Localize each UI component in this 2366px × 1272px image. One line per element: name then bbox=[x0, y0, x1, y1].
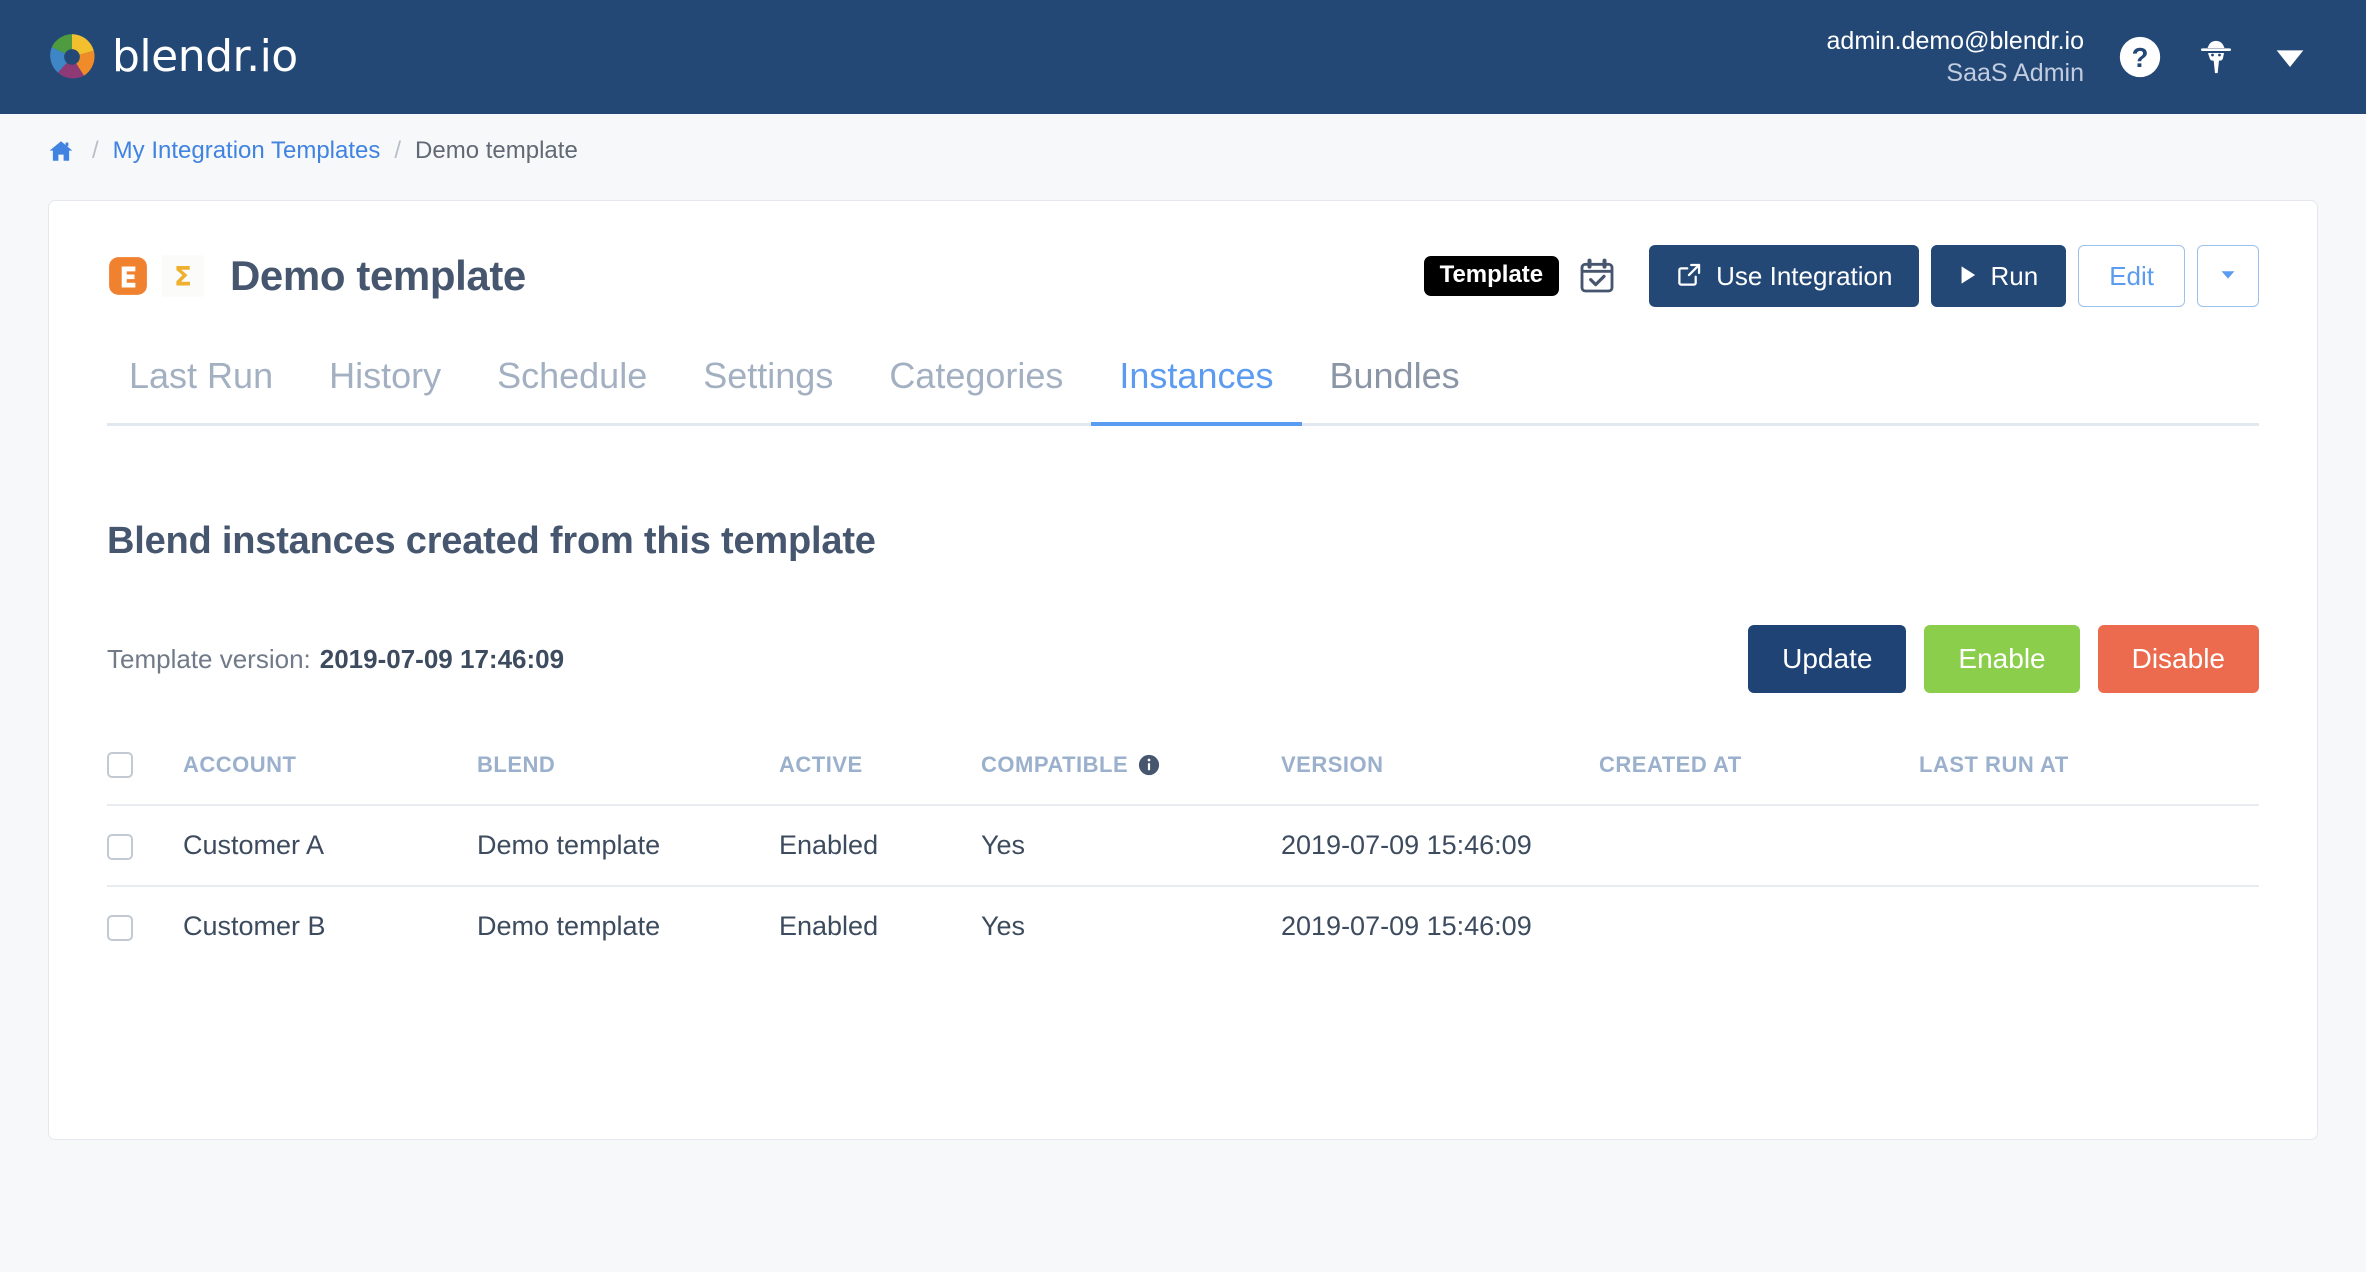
calendar-check-icon[interactable] bbox=[1577, 256, 1617, 296]
enable-button[interactable]: Enable bbox=[1924, 625, 2080, 693]
home-icon[interactable] bbox=[48, 138, 74, 164]
template-header-row: Σ Demo template Template Use Integration… bbox=[107, 245, 2259, 307]
breadcrumb-separator-1: / bbox=[92, 137, 99, 164]
page-title: Demo template bbox=[230, 252, 526, 299]
play-icon bbox=[1959, 263, 1977, 289]
cell-version: 2019-07-09 15:46:09 bbox=[1281, 830, 1532, 861]
user-role: SaaS Admin bbox=[1946, 59, 2084, 87]
row-checkbox-cell bbox=[107, 886, 183, 966]
column-header-compatible[interactable]: COMPATIBLE bbox=[981, 751, 1281, 805]
tab-schedule[interactable]: Schedule bbox=[469, 355, 675, 423]
more-actions-button[interactable] bbox=[2197, 245, 2259, 307]
cell-last-run-at bbox=[1919, 886, 2259, 966]
eventbrite-icon bbox=[107, 255, 149, 297]
use-integration-label: Use Integration bbox=[1716, 261, 1893, 291]
run-button[interactable]: Run bbox=[1931, 245, 2067, 307]
svg-text:Σ: Σ bbox=[174, 262, 192, 292]
row-checkbox[interactable] bbox=[107, 915, 133, 942]
version-and-actions-row: Template version: 2019-07-09 17:46:09 Up… bbox=[107, 625, 2259, 693]
cell-active: Enabled bbox=[779, 830, 879, 861]
section-heading: Blend instances created from this templa… bbox=[107, 520, 876, 562]
column-header-account[interactable]: ACCOUNT bbox=[183, 751, 477, 805]
cell-blend: Demo template bbox=[477, 911, 661, 942]
chevron-down-icon[interactable] bbox=[2270, 37, 2310, 77]
cell-created-at bbox=[1599, 805, 1919, 886]
cell-account: Customer A bbox=[183, 830, 325, 861]
top-navbar: blendr.io admin.demo@blendr.io SaaS Admi… bbox=[0, 0, 2366, 114]
user-email: admin.demo@blendr.io bbox=[1826, 27, 2084, 55]
table-row[interactable]: Customer A Demo template Enabled Yes 201… bbox=[107, 805, 2259, 886]
edit-button[interactable]: Edit bbox=[2078, 245, 2185, 307]
table-header-row: ACCOUNT BLEND ACTIVE COMPATIBLE VERSION … bbox=[107, 751, 2259, 805]
table-row[interactable]: Customer B Demo template Enabled Yes 201… bbox=[107, 886, 2259, 966]
column-header-created-at[interactable]: CREATED AT bbox=[1599, 751, 1919, 805]
row-checkbox[interactable] bbox=[107, 834, 133, 861]
template-detail-card: Σ Demo template Template Use Integration… bbox=[48, 200, 2318, 1140]
column-header-last-run-at[interactable]: LAST RUN AT bbox=[1919, 751, 2259, 805]
instances-table: ACCOUNT BLEND ACTIVE COMPATIBLE VERSION … bbox=[107, 751, 2259, 966]
select-all-checkbox[interactable] bbox=[107, 752, 133, 779]
brand-logo-link[interactable]: blendr.io bbox=[46, 31, 298, 83]
row-checkbox-cell bbox=[107, 805, 183, 886]
cell-active: Enabled bbox=[779, 911, 879, 942]
template-tooltip: Template bbox=[1423, 256, 1560, 296]
brand-name: blendr.io bbox=[112, 31, 298, 82]
connected-app-icons: Σ bbox=[107, 255, 204, 297]
sigma-icon: Σ bbox=[162, 255, 204, 297]
tab-bundles[interactable]: Bundles bbox=[1302, 355, 1488, 423]
update-button[interactable]: Update bbox=[1748, 625, 1907, 693]
cell-blend: Demo template bbox=[477, 830, 661, 861]
column-header-blend[interactable]: BLEND bbox=[477, 751, 779, 805]
cell-version: 2019-07-09 15:46:09 bbox=[1281, 911, 1532, 942]
tab-history[interactable]: History bbox=[301, 355, 469, 423]
info-circle-icon[interactable] bbox=[1138, 754, 1160, 776]
template-tabs: Last Run History Schedule Settings Categ… bbox=[107, 355, 2259, 426]
disable-button[interactable]: Disable bbox=[2097, 625, 2259, 693]
breadcrumb-separator-2: / bbox=[394, 137, 402, 164]
cell-compatible: Yes bbox=[981, 911, 1026, 942]
template-version-label: Template version: bbox=[107, 643, 311, 674]
breadcrumb-item-demo-template: Demo template bbox=[415, 137, 578, 164]
column-header-version[interactable]: VERSION bbox=[1281, 751, 1599, 805]
cell-created-at bbox=[1599, 886, 1919, 966]
caret-down-icon bbox=[2217, 263, 2239, 289]
cell-account: Customer B bbox=[183, 911, 326, 942]
tab-instances[interactable]: Instances bbox=[1091, 355, 1302, 426]
column-header-active[interactable]: ACTIVE bbox=[779, 751, 981, 805]
cell-compatible: Yes bbox=[981, 830, 1026, 861]
blendr-pinwheel-logo-icon bbox=[46, 31, 98, 83]
bulk-state-actions: Update Enable Disable bbox=[1748, 625, 2259, 693]
column-header-compatible-label: COMPATIBLE bbox=[981, 751, 1129, 777]
cell-last-run-at bbox=[1919, 805, 2259, 886]
edit-label: Edit bbox=[2109, 261, 2154, 291]
select-all-header bbox=[107, 751, 183, 805]
tab-categories[interactable]: Categories bbox=[861, 355, 1091, 423]
tab-settings[interactable]: Settings bbox=[675, 355, 861, 423]
navbar-right-group: admin.demo@blendr.io SaaS Admin ? bbox=[1827, 25, 2310, 89]
svg-text:?: ? bbox=[2132, 42, 2149, 73]
template-version-value: 2019-07-09 17:46:09 bbox=[319, 643, 565, 674]
tab-last-run[interactable]: Last Run bbox=[107, 355, 301, 423]
external-link-icon bbox=[1676, 261, 1703, 292]
header-actions: Template Use Integration Run Edit bbox=[1423, 245, 2259, 307]
run-label: Run bbox=[1990, 261, 2039, 291]
user-secret-icon[interactable] bbox=[2196, 37, 2236, 77]
breadcrumb: / My Integration Templates / Demo templa… bbox=[0, 114, 2366, 188]
breadcrumb-item-my-integration-templates[interactable]: My Integration Templates bbox=[113, 137, 381, 165]
question-circle-icon[interactable]: ? bbox=[2118, 35, 2162, 79]
use-integration-button[interactable]: Use Integration bbox=[1649, 245, 1920, 307]
user-info: admin.demo@blendr.io SaaS Admin bbox=[1827, 25, 2084, 89]
